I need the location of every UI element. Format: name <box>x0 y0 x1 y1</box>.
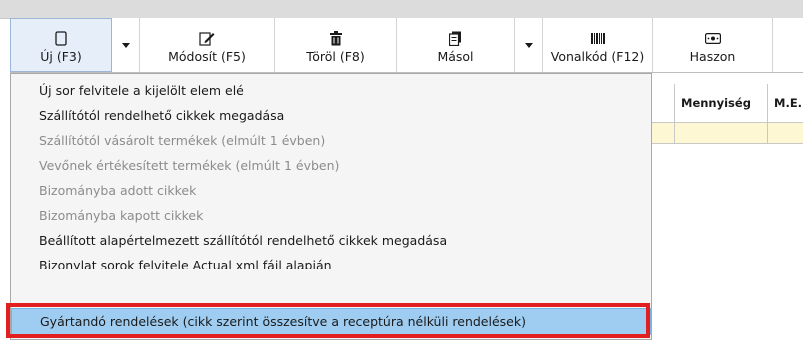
menu-item-supplier-purchased: Szállítótól vásárolt termékek (elmúlt 1 … <box>39 133 326 148</box>
chevron-down-icon <box>121 42 130 48</box>
barcode-button[interactable]: Vonalkód (F12) <box>543 18 653 72</box>
column-header-unit[interactable]: M.E. <box>767 84 803 122</box>
column-header-quantity[interactable]: Mennyiség <box>674 84 767 122</box>
barcode-icon <box>590 31 605 47</box>
menu-item-consignment-received: Bizományba kapott cikkek <box>39 208 204 223</box>
grid-header: Mennyiség M.E. <box>640 84 803 123</box>
table-row[interactable] <box>640 123 803 144</box>
menu-item-manufacturing-orders[interactable]: Gyártandó rendelések (cikk szerint össze… <box>11 308 651 335</box>
chevron-down-icon <box>524 42 533 48</box>
delete-button-label: Töröl (F8) <box>306 48 365 64</box>
menu-item-insert-row[interactable]: Új sor felvitele a kijelölt elem elé <box>11 78 651 103</box>
new-button-label: Új (F3) <box>40 48 82 64</box>
barcode-button-label: Vonalkód (F12) <box>550 48 645 64</box>
toolbar: Új (F3) Módosít (F5) Töröl (F8) Másol Vo… <box>10 18 803 73</box>
modify-button-label: Módosít (F5) <box>168 48 246 64</box>
menu-item-import-actual-xml[interactable]: Bizonylat sorok felvitele Actual xml fáj… <box>11 253 651 269</box>
modify-button[interactable]: Módosít (F5) <box>140 18 275 72</box>
new-button[interactable]: Új (F3) <box>10 18 112 72</box>
table-cell[interactable] <box>767 123 803 143</box>
delete-button[interactable]: Töröl (F8) <box>275 18 397 72</box>
context-menu: Új sor felvitele a kijelölt elem elé Szá… <box>10 73 652 340</box>
copy-button-label: Másol <box>437 48 474 64</box>
new-dropdown-arrow[interactable] <box>112 18 140 72</box>
menu-item-supplier-orderable[interactable]: Szállítótól rendelhető cikkek megadása <box>11 103 651 128</box>
money-icon <box>704 31 721 47</box>
table-cell[interactable] <box>674 123 767 143</box>
copy-dropdown-arrow[interactable] <box>515 18 543 72</box>
copy-button[interactable]: Másol <box>397 18 515 72</box>
menu-item-default-supplier-orderable[interactable]: Beállított alapértelmezett szállítótól r… <box>11 228 651 253</box>
profit-button[interactable]: Haszon <box>653 18 773 72</box>
trash-icon <box>329 31 342 47</box>
profit-button-label: Haszon <box>689 48 736 64</box>
new-document-icon <box>55 31 67 47</box>
edit-icon <box>199 31 215 47</box>
top-strip <box>0 0 803 19</box>
menu-item-customer-sold: Vevőnek értékesített termékek (elmúlt 1 … <box>39 158 340 173</box>
copy-icon <box>449 31 462 47</box>
menu-item-consignment-given: Bizományba adott cikkek <box>39 183 197 198</box>
